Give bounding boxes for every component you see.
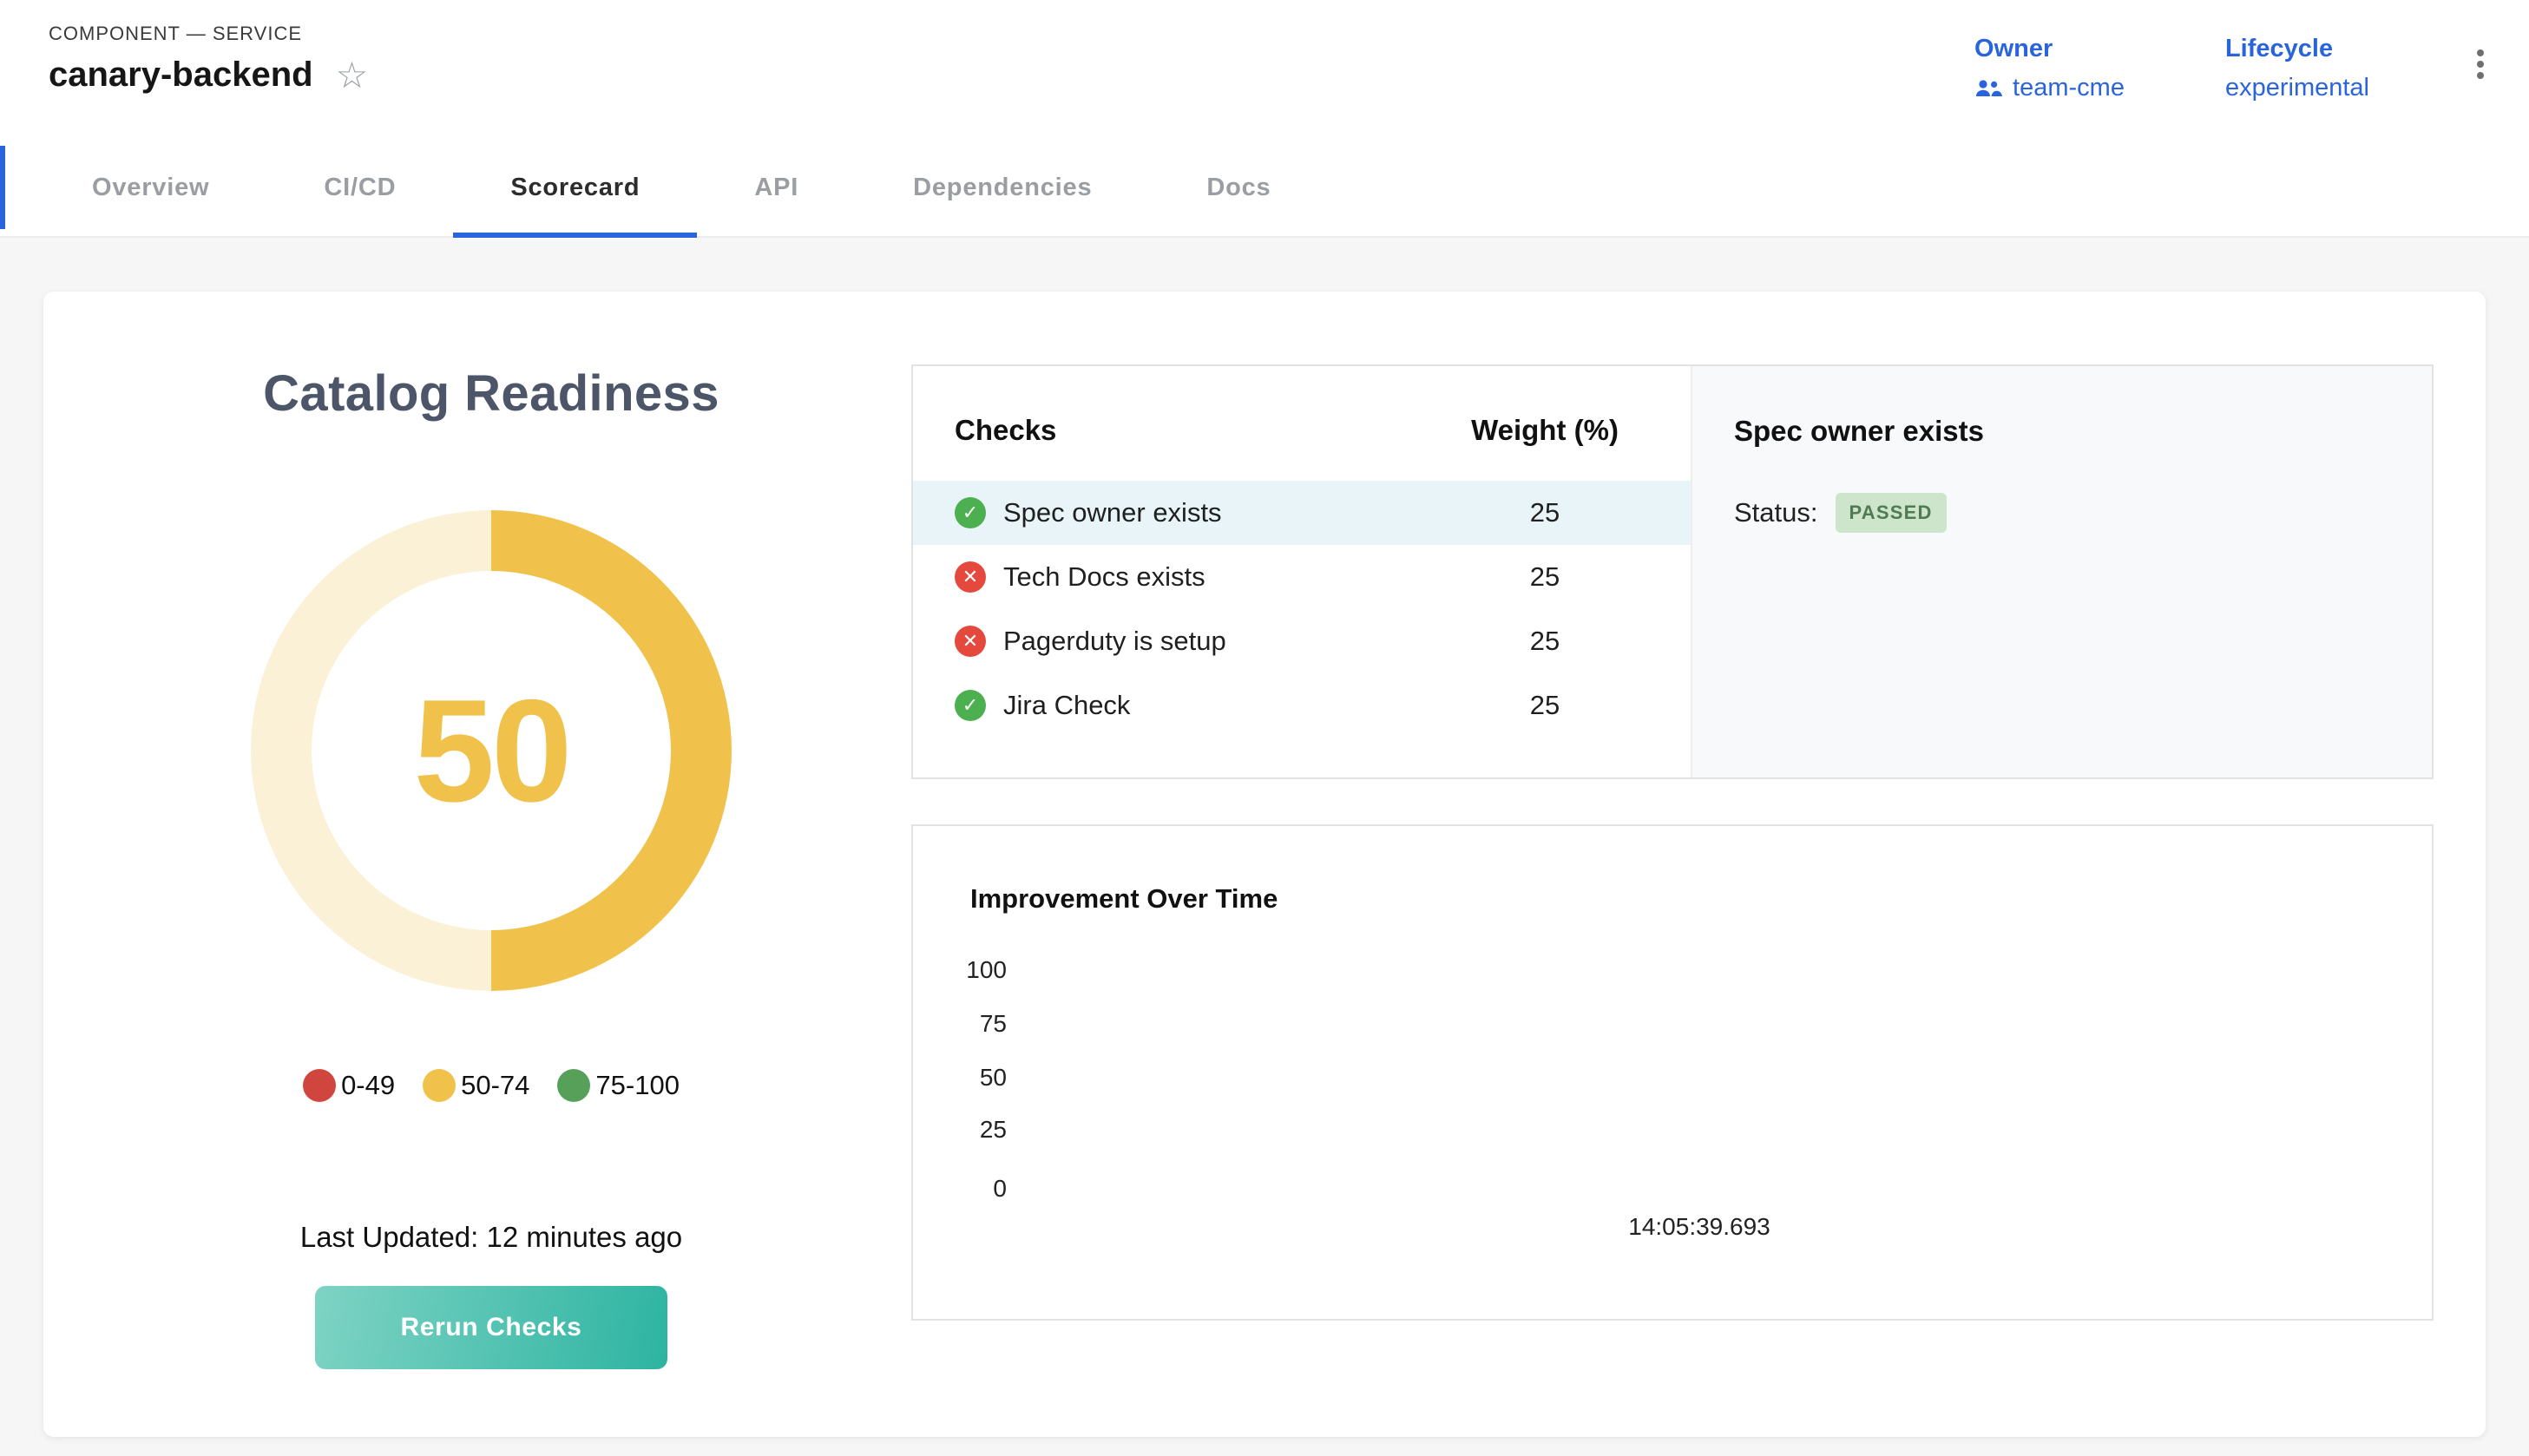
scorecard-title: Catalog Readiness <box>71 364 911 423</box>
owner-link[interactable]: team-cme <box>1974 74 2125 102</box>
tab-dependencies[interactable]: Dependencies <box>856 139 1149 236</box>
legend-dot <box>303 1069 336 1102</box>
status-label: Status: <box>1734 497 1818 528</box>
tab-api[interactable]: API <box>697 139 856 236</box>
team-icon <box>1974 79 2002 98</box>
y-axis-tick: 25 <box>930 1114 1007 1145</box>
check-name: Spec owner exists <box>1003 497 1222 528</box>
legend-item-low: 0-49 <box>303 1069 395 1102</box>
check-status-icon: ✓ <box>955 497 986 528</box>
tab-cicd[interactable]: CI/CD <box>266 139 453 236</box>
entity-tabs: Overview CI/CD Scorecard API Dependencie… <box>0 139 2529 238</box>
y-axis-tick: 75 <box>930 1008 1007 1040</box>
checks-column-header: Checks <box>955 414 1441 447</box>
check-weight: 25 <box>1441 690 1649 721</box>
legend-dot <box>423 1069 456 1102</box>
chart-title: Improvement Over Time <box>970 883 1278 915</box>
owner-value: team-cme <box>2013 74 2125 102</box>
check-row[interactable]: ✕ Pagerduty is setup 25 <box>913 609 1691 673</box>
check-name: Jira Check <box>1003 690 1130 721</box>
lifecycle-label: Lifecycle <box>2225 35 2369 63</box>
y-axis-tick: 0 <box>930 1173 1007 1204</box>
lifecycle-value[interactable]: experimental <box>2225 74 2369 102</box>
page-title: canary-backend <box>49 56 313 95</box>
checks-and-chart: Checks Weight (%) ✓ Spec owner exists 25… <box>911 364 2434 1437</box>
legend-dot <box>557 1069 590 1102</box>
legend-label: 75-100 <box>595 1070 680 1101</box>
entity-kind-label: COMPONENT — SERVICE <box>49 23 368 45</box>
check-status-icon: ✕ <box>955 626 986 657</box>
entity-identity: COMPONENT — SERVICE canary-backend ☆ <box>49 23 368 95</box>
check-row[interactable]: ✕ Tech Docs exists 25 <box>913 545 1691 609</box>
checks-table-header: Checks Weight (%) <box>913 366 1691 481</box>
weight-column-header: Weight (%) <box>1441 414 1649 447</box>
legend-item-mid: 50-74 <box>423 1069 529 1102</box>
check-detail-title: Spec owner exists <box>1734 415 2390 448</box>
tab-scorecard[interactable]: Scorecard <box>453 139 697 236</box>
rerun-checks-button[interactable]: Rerun Checks <box>315 1286 667 1369</box>
check-weight: 25 <box>1441 626 1649 657</box>
score-legend: 0-49 50-74 75-100 <box>71 1069 911 1102</box>
kebab-menu-icon[interactable] <box>2470 42 2491 87</box>
legend-label: 0-49 <box>341 1070 395 1101</box>
scorecard-card: Catalog Readiness 50 0-49 50-74 75-100 <box>43 292 2486 1437</box>
x-axis-tick: 14:05:39.693 <box>1578 1213 1821 1241</box>
check-name: Pagerduty is setup <box>1003 626 1226 657</box>
score-value: 50 <box>414 667 569 835</box>
check-status-icon: ✓ <box>955 690 986 721</box>
lifecycle-block: Lifecycle experimental <box>2225 35 2369 102</box>
readiness-donut: 50 <box>251 510 732 991</box>
y-axis-tick: 50 <box>930 1062 1007 1093</box>
tab-docs[interactable]: Docs <box>1149 139 1328 236</box>
entity-meta: Owner team-cme Lifecycle experimental <box>1974 23 2491 102</box>
owner-block: Owner team-cme <box>1974 35 2125 102</box>
status-badge: PASSED <box>1836 493 1947 533</box>
check-weight: 25 <box>1441 561 1649 593</box>
donut-hole: 50 <box>312 571 671 930</box>
legend-label: 50-74 <box>461 1070 529 1101</box>
improvement-chart: Improvement Over Time 100 75 50 25 0 14:… <box>911 824 2434 1321</box>
legend-item-high: 75-100 <box>557 1069 680 1102</box>
readiness-summary: Catalog Readiness 50 0-49 50-74 75-100 <box>43 292 911 1437</box>
y-axis-tick: 100 <box>930 954 1007 986</box>
last-updated-text: Last Updated: 12 minutes ago <box>71 1220 911 1255</box>
scorecard-page: Catalog Readiness 50 0-49 50-74 75-100 <box>0 238 2529 1437</box>
entity-header: COMPONENT — SERVICE canary-backend ☆ Own… <box>0 0 2529 139</box>
check-row[interactable]: ✓ Jira Check 25 <box>913 673 1691 738</box>
check-weight: 25 <box>1441 497 1649 528</box>
tab-overview[interactable]: Overview <box>35 139 266 236</box>
checks-panel: Checks Weight (%) ✓ Spec owner exists 25… <box>911 364 2434 779</box>
favorite-star-icon[interactable]: ☆ <box>336 57 369 94</box>
check-detail-panel: Spec owner exists Status: PASSED <box>1691 366 2432 777</box>
owner-label: Owner <box>1974 35 2125 63</box>
check-row[interactable]: ✓ Spec owner exists 25 <box>913 481 1691 545</box>
check-name: Tech Docs exists <box>1003 561 1205 593</box>
check-status-icon: ✕ <box>955 561 986 593</box>
checks-table: Checks Weight (%) ✓ Spec owner exists 25… <box>913 366 1691 777</box>
